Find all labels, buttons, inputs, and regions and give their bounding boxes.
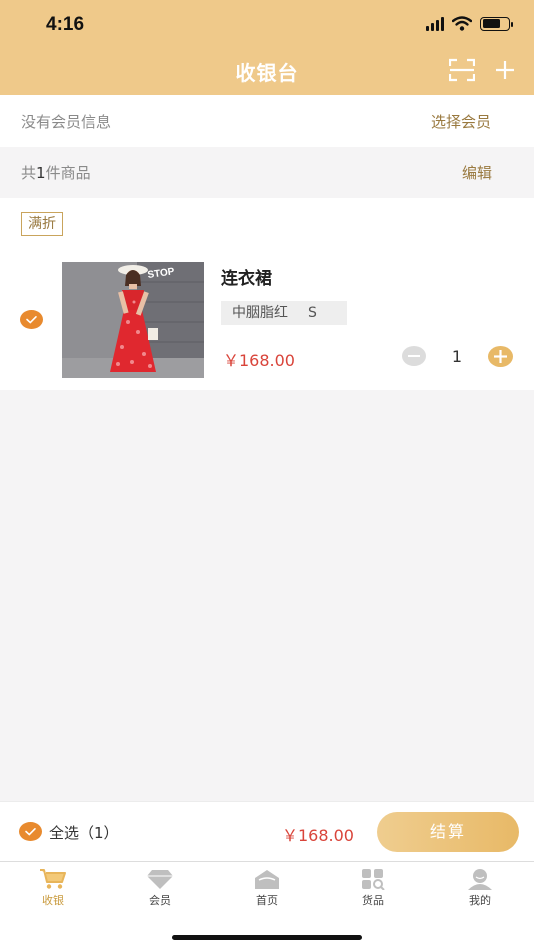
home-icon [255,870,279,889]
cart-icon [40,869,66,889]
cart-count-suffix: 件商品 [45,164,91,182]
spec-size: S [308,305,317,321]
cart-count-number: 1 [36,164,46,182]
tab-label: 货品 [362,894,384,907]
status-time: 4:16 [46,14,85,35]
select-member-button[interactable]: 选择会员 [431,111,491,132]
cart-count-text: 共1件商品 [21,162,91,183]
item-checkbox-icon[interactable] [20,310,43,329]
status-icons [426,16,513,31]
member-info: 没有会员信息 [21,113,112,131]
edit-button[interactable]: 编辑 [462,162,492,183]
tab-label: 会员 [149,894,171,907]
decrease-quantity-icon[interactable] [402,346,426,366]
cart-summary-row: 共1件商品 编辑 [0,147,534,198]
product-name: 连衣裙 [221,269,272,289]
total-price: ￥168.00 [282,826,354,845]
add-icon[interactable] [494,59,516,81]
person-icon [468,869,492,890]
tab-goods[interactable]: 货品 [343,868,403,908]
grid-icon [362,869,385,890]
tab-member[interactable]: 会员 [130,868,190,908]
item-price: ￥168.00 [223,351,295,370]
wifi-icon [452,16,472,31]
tab-mine[interactable]: 我的 [450,868,510,908]
product-image[interactable]: STOP [62,262,204,378]
promo-tag: 满折 [21,212,63,236]
signal-icon [426,16,444,31]
increase-quantity-icon[interactable] [488,346,513,367]
member-row: 没有会员信息 选择会员 [0,95,534,147]
product-spec[interactable]: 中胭脂红 S [221,301,347,325]
tab-label: 首页 [256,894,278,907]
checkout-button[interactable]: 结算 [377,812,519,852]
home-indicator [172,935,362,940]
diamond-icon [147,870,173,889]
tab-label: 我的 [469,894,491,907]
header-bar: 4:16 收银台 [0,0,534,95]
tab-cashier[interactable]: 收银 [23,868,83,908]
checkout-bar: 全选（1） ￥168.00 结算 [0,801,534,861]
select-all-checkbox-icon[interactable] [19,822,42,841]
quantity-value[interactable]: 1 [450,347,464,366]
scan-icon[interactable] [449,58,475,82]
cart-item-card: 满折 STOP 连衣裙 中胭脂红 S ￥168.00 1 [0,198,534,390]
battery-icon [480,16,513,31]
cart-count-prefix: 共 [21,164,37,182]
select-all-label[interactable]: 全选（1） [49,822,119,843]
tab-home[interactable]: 首页 [237,868,297,908]
tab-label: 收银 [42,894,64,907]
spec-color: 中胭脂红 [232,305,288,321]
